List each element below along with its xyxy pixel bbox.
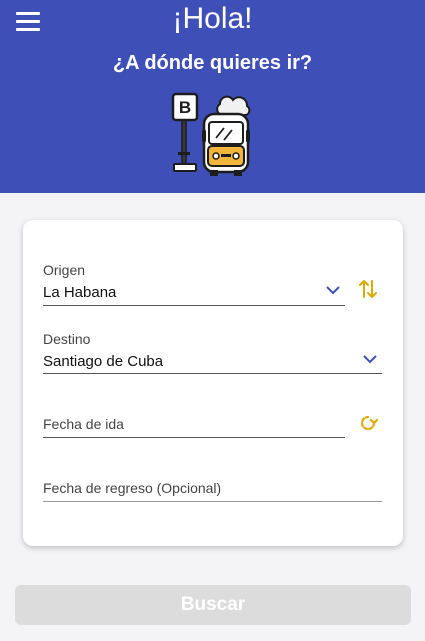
search-button[interactable]: Buscar (15, 585, 411, 625)
chevron-down-icon (363, 355, 377, 364)
destination-underline (43, 373, 382, 374)
return-date-field[interactable]: Fecha de regreso (Opcional) (43, 480, 382, 502)
trip-search-card: Origen La Habana Destino Santiago de Cub… (23, 220, 403, 546)
calendar-refresh-icon[interactable] (357, 412, 379, 434)
origin-underline (43, 305, 345, 306)
destination-label: Destino (43, 331, 91, 347)
departure-date-field[interactable]: Fecha de ida (43, 416, 345, 438)
departure-date-underline (43, 437, 345, 438)
bus-stop-sign-letter: B (179, 98, 191, 117)
departure-date-placeholder: Fecha de ida (43, 416, 124, 432)
destination-select[interactable]: Destino Santiago de Cuba (43, 331, 382, 375)
origin-select[interactable]: Origen La Habana (43, 262, 345, 306)
origin-value: La Habana (43, 284, 117, 301)
origin-label: Origen (43, 262, 86, 278)
swap-icon[interactable] (357, 278, 379, 300)
destination-value: Santiago de Cuba (43, 353, 164, 370)
greeting-title: ¡Hola! (172, 2, 253, 35)
return-date-underline (43, 501, 382, 502)
chevron-down-icon (326, 286, 340, 295)
page-subtitle: ¿A dónde quieres ir? (112, 52, 313, 74)
return-date-placeholder: Fecha de regreso (Opcional) (43, 480, 222, 496)
bus-stop-illustration: B (171, 92, 251, 176)
header: ¡Hola! ¿A dónde quieres ir? B (0, 0, 425, 193)
